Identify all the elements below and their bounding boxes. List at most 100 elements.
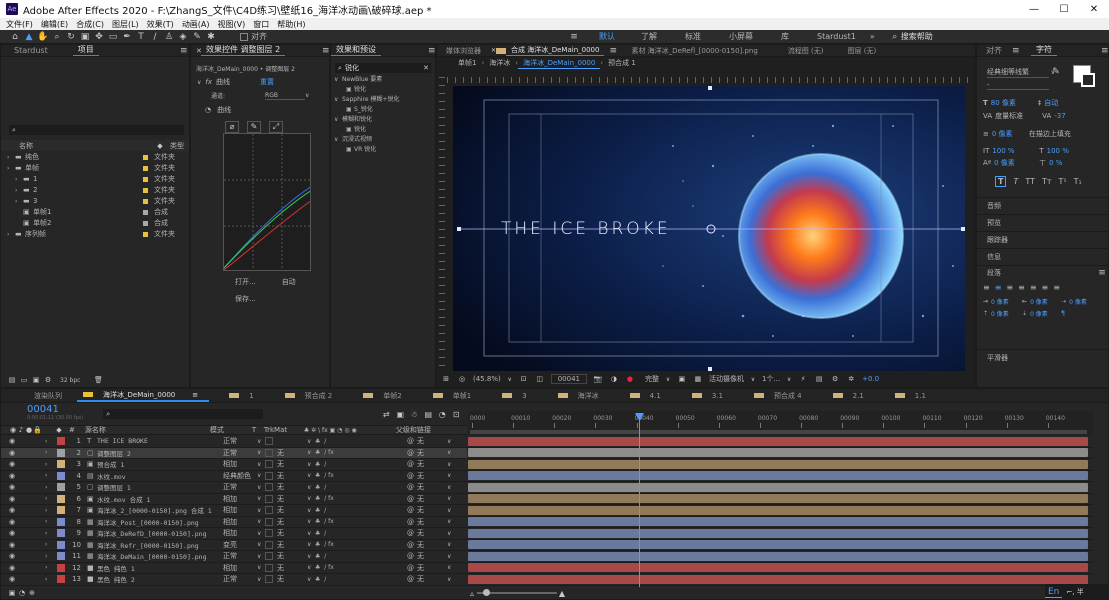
twirl-arrow-icon[interactable]: › <box>45 461 57 468</box>
twirl-arrow-icon[interactable]: › <box>45 449 57 456</box>
twirl-arrow-icon[interactable]: › <box>45 507 57 514</box>
eye-icon[interactable]: ◉ <box>9 575 18 583</box>
tab-media-browser[interactable]: 媒体浏览器 <box>441 46 486 56</box>
layer-switches[interactable]: ♣ / <box>315 461 407 468</box>
lock-toggle-icon[interactable]: 🔒 <box>33 426 42 434</box>
save-button[interactable]: 保存... <box>235 294 256 304</box>
exposure-value[interactable]: +0.0 <box>862 375 879 383</box>
resolution-select[interactable]: 完整 <box>645 374 659 384</box>
layer-switches[interactable]: ♣ / fx <box>315 495 407 502</box>
layer-name[interactable]: 黑色 纯色 1 <box>97 563 223 573</box>
layer-row[interactable]: ◉ › 3 ▣ 预合成 1 相加 ∨ 无 ∨ ♣ / @ 无 ∨ <box>1 459 467 471</box>
project-search[interactable]: ⌕ <box>9 125 184 135</box>
layer-switches[interactable]: ♣ / <box>315 530 407 537</box>
zoom-in-icon[interactable]: ▲ <box>557 589 567 598</box>
layer-name[interactable]: 调整图层 1 <box>97 482 223 492</box>
preset-search-input[interactable]: 锐化 <box>345 63 359 73</box>
pen-tool-icon[interactable]: ✒ <box>120 32 134 42</box>
chevron-down-icon[interactable]: ∨ <box>257 530 265 537</box>
twirl-arrow-icon[interactable]: › <box>45 564 57 571</box>
preserve-transparency-box[interactable] <box>265 517 273 526</box>
layer-label-swatch[interactable] <box>57 506 65 515</box>
eye-icon[interactable]: ◉ <box>9 449 18 457</box>
preset-search[interactable]: ⌕ 锐化 ✕ <box>335 63 431 73</box>
type-tool-icon[interactable]: T <box>134 32 148 42</box>
chevron-down-icon[interactable]: ∨ <box>307 541 315 548</box>
chevron-down-icon[interactable]: ∨ <box>447 530 455 537</box>
ime-symbols[interactable]: ⌐, 半 <box>1066 587 1083 597</box>
label-swatch[interactable] <box>143 188 148 193</box>
trkmat-select[interactable]: 无 <box>277 494 307 504</box>
panel-menu-icon[interactable]: ≡ <box>1007 46 1020 56</box>
eye-icon[interactable]: ◉ <box>9 541 18 549</box>
eye-icon[interactable]: ◉ <box>9 483 18 491</box>
layer-duration-bar[interactable] <box>468 448 1088 458</box>
chevron-down-icon[interactable]: ∨ <box>307 518 315 525</box>
expand-arrow-icon[interactable]: › <box>15 196 23 207</box>
layer-name[interactable]: 调整图层 2 <box>97 448 223 458</box>
stroke-mode-select[interactable]: 在描边上填充 <box>1029 129 1071 139</box>
crumb-4[interactable]: 预合成 1 <box>603 58 641 68</box>
baseline-shift-value[interactable]: 0 像素 <box>994 158 1036 168</box>
curves-graph[interactable] <box>223 133 311 271</box>
indent-first-value[interactable]: 0 像素 <box>1069 297 1087 306</box>
twirl-arrow-icon[interactable]: › <box>45 530 57 537</box>
chevron-down-icon[interactable]: ∨ <box>257 541 265 548</box>
font-size-value[interactable]: 80 像素 <box>991 98 1035 108</box>
chevron-down-icon[interactable]: ∨ <box>447 495 455 502</box>
eye-icon[interactable]: ◉ <box>9 518 18 526</box>
project-item[interactable]: › ▬ 3 文件夹 <box>1 196 189 207</box>
always-preview-icon[interactable]: ⊞ <box>441 375 451 383</box>
layer-label-swatch[interactable] <box>57 483 65 492</box>
preserve-transparency-box[interactable] <box>265 529 273 538</box>
col-name[interactable]: 名称 <box>19 141 33 151</box>
parent-select[interactable]: 无 <box>417 505 447 515</box>
panel-paragraph[interactable]: 段落 <box>987 268 1001 278</box>
time-ruler[interactable]: 0000 00010 00020 00030 00040 00050 00060 00070 0… <box>468 411 1093 435</box>
workspace-learn[interactable]: 了解 <box>641 31 657 42</box>
preset-item[interactable]: ∨ 沉浸式视频 <box>331 135 435 145</box>
layer-name[interactable]: 海洋冰_DeMain_[0000-0150].png <box>97 551 223 561</box>
project-item[interactable]: › ▬ 2 文件夹 <box>1 185 189 196</box>
settings-icon[interactable]: ⚙ <box>42 376 54 384</box>
pickwhip-icon[interactable]: @ <box>407 506 417 514</box>
layer-row[interactable]: ◉ › 8 ▦ 海洋冰_Post_[0000-0150].png 相加 ∨ 无 ∨ ♣ / fx @… <box>1 517 467 528</box>
shy-icon[interactable]: ☃ <box>407 410 421 419</box>
layer-duration-bar[interactable] <box>468 551 1088 561</box>
flowchart-icon[interactable]: ⚙ <box>830 375 840 383</box>
solo-toggle-icon[interactable]: ● <box>25 426 33 434</box>
timeline-icon[interactable]: ▤ <box>814 375 824 383</box>
chevron-down-icon[interactable]: ∨ <box>447 472 455 479</box>
chevron-down-icon[interactable]: ∨ <box>257 472 265 479</box>
layer-switches[interactable]: ♣ / fx <box>315 564 407 571</box>
chevron-down-icon[interactable]: ∨ <box>447 553 455 560</box>
chevron-down-icon[interactable]: ∨ <box>307 461 315 468</box>
timeline-tab[interactable]: 2.1 <box>827 392 875 400</box>
timeline-search[interactable]: ⌕ <box>103 409 264 419</box>
label-swatch[interactable] <box>143 177 148 182</box>
chevron-down-icon[interactable]: ∨ <box>307 576 315 583</box>
timeline-tab[interactable]: 4.1 <box>624 392 672 400</box>
timeline-tab[interactable]: 3.1 <box>686 392 734 400</box>
chevron-down-icon[interactable]: ∨ <box>447 541 455 548</box>
blend-mode-select[interactable]: 相加 <box>223 505 257 515</box>
pickwhip-icon[interactable]: @ <box>407 529 417 537</box>
label-swatch[interactable] <box>143 155 148 160</box>
layer-row[interactable]: ◉ › 7 ▣ 海洋冰_2_[0000-0150].png 合成 1 相加 ∨ 无 ∨ ♣ / @… <box>1 505 467 517</box>
tab-flowchart[interactable]: 流程图 (无) <box>783 46 829 56</box>
channel-select[interactable]: RGB <box>265 92 306 100</box>
workspace-stardust[interactable]: Stardust1 <box>817 32 856 41</box>
twirl-arrow-icon[interactable]: › <box>45 438 57 445</box>
expand-arrow-icon[interactable]: › <box>15 174 23 185</box>
preserve-transparency-box[interactable] <box>265 471 273 480</box>
layer-duration-bar[interactable] <box>468 528 1088 538</box>
close-tab-icon[interactable]: ✕ <box>191 47 202 55</box>
parent-select[interactable]: 无 <box>417 540 447 550</box>
chevron-down-icon[interactable]: ∨ <box>257 553 265 560</box>
justify-right-icon[interactable]: ≡ <box>1042 283 1049 292</box>
chevron-down-icon[interactable]: ∨ <box>257 495 265 502</box>
preset-item[interactable]: ▣ 锐化 <box>331 125 435 135</box>
layer-label-swatch[interactable] <box>57 517 65 526</box>
workspace-menu-icon[interactable]: ≡ <box>567 32 581 42</box>
blend-mode-select[interactable]: 相加 <box>223 459 257 469</box>
